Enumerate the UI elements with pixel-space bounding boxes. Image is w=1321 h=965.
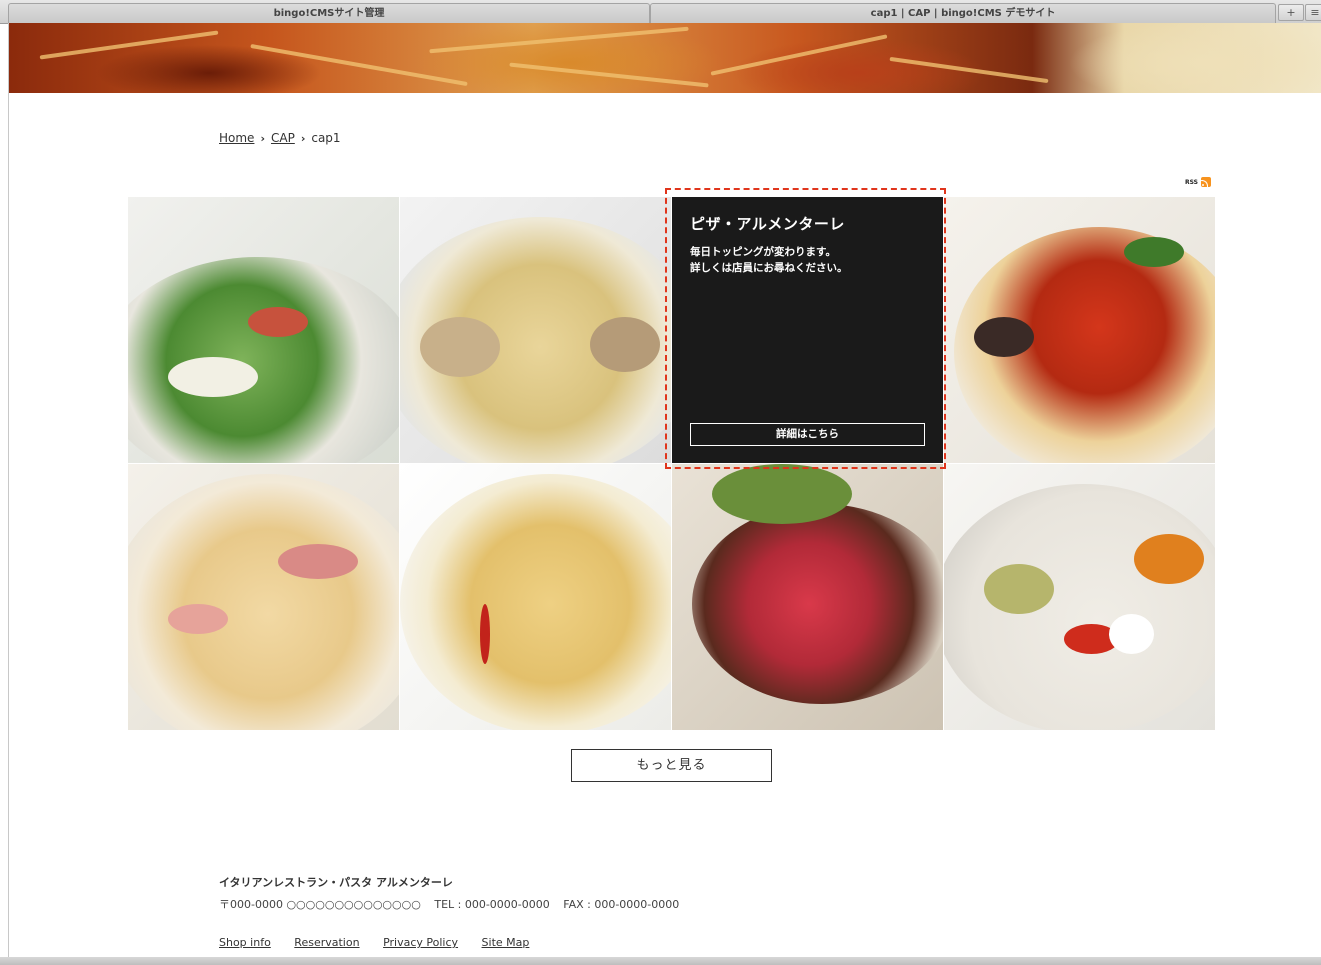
more-button[interactable]: もっと見る — [571, 749, 772, 782]
breadcrumb-separator: › — [300, 132, 306, 145]
footer-postal: 〒000-0000 ○○○○○○○○○○○○○○ — [219, 898, 421, 911]
roast-beef-photo — [692, 504, 943, 704]
footer-links: Shop info Reservation Privacy Policy Sit… — [219, 936, 549, 949]
pizza-caption-title: ピザ・アルメンターレ — [690, 215, 845, 233]
footer-fax: FAX : 000-0000-0000 — [563, 898, 680, 911]
tab-list-button[interactable]: ≡ — [1305, 4, 1321, 21]
browser-tab-cms-admin[interactable]: bingo!CMSサイト管理 — [8, 3, 650, 23]
cream-pasta-photo — [128, 474, 399, 730]
browser-tab-bar: bingo!CMSサイト管理 cap1 | CAP | bingo!CMS デモ… — [0, 0, 1321, 24]
gallery-item-peperoncino[interactable] — [400, 464, 671, 730]
pizza-caption-line2: 詳しくは店員にお尋ねください。 — [690, 262, 848, 274]
gallery-item-roast-beef[interactable] — [672, 464, 943, 730]
gallery-item-vongole[interactable] — [400, 197, 671, 463]
rss-icon — [1201, 177, 1211, 187]
footer-link-privacy-policy[interactable]: Privacy Policy — [383, 936, 458, 949]
rss-label: RSS — [1185, 178, 1198, 186]
gallery-item-carbonara[interactable] — [128, 464, 399, 730]
footer-restaurant-name: イタリアンレストラン・パスタ アルメンターレ — [219, 876, 453, 889]
footer-tel: TEL : 000-0000-0000 — [434, 898, 550, 911]
footer-address: 〒000-0000 ○○○○○○○○○○○○○○ TEL : 000-0000-… — [219, 896, 689, 912]
details-button[interactable]: 詳細はこちら — [690, 423, 925, 446]
browser-tab-cap1[interactable]: cap1 | CAP | bingo!CMS デモサイト — [650, 3, 1276, 23]
breadcrumb-cap-link[interactable]: CAP — [271, 131, 295, 145]
rss-link[interactable]: RSS — [1185, 177, 1211, 187]
antipasto-photo — [944, 484, 1215, 730]
footer-link-shop-info[interactable]: Shop info — [219, 936, 271, 949]
new-tab-button[interactable]: + — [1278, 4, 1304, 21]
footer-link-site-map[interactable]: Site Map — [482, 936, 530, 949]
footer-link-reservation[interactable]: Reservation — [294, 936, 359, 949]
breadcrumb-current: cap1 — [311, 131, 341, 145]
peperoncino-photo — [400, 474, 671, 730]
breadcrumb: Home › CAP › cap1 — [219, 131, 341, 145]
gallery-item-salad[interactable] — [128, 197, 399, 463]
gallery-item-eggplant-tomato[interactable] — [944, 197, 1215, 463]
window-bottom-edge — [0, 957, 1321, 965]
breadcrumb-home-link[interactable]: Home — [219, 131, 254, 145]
header-pasta-image — [9, 23, 1321, 93]
pizza-caption-line1: 毎日トッピングが変わります。 — [690, 246, 836, 258]
gallery-item-antipasto[interactable] — [944, 464, 1215, 730]
salad-photo — [128, 257, 399, 463]
pizza-caption-panel: ピザ・アルメンターレ 毎日トッピングが変わります。 詳しくは店員にお尋ねください… — [672, 197, 943, 463]
breadcrumb-separator: › — [260, 132, 265, 145]
